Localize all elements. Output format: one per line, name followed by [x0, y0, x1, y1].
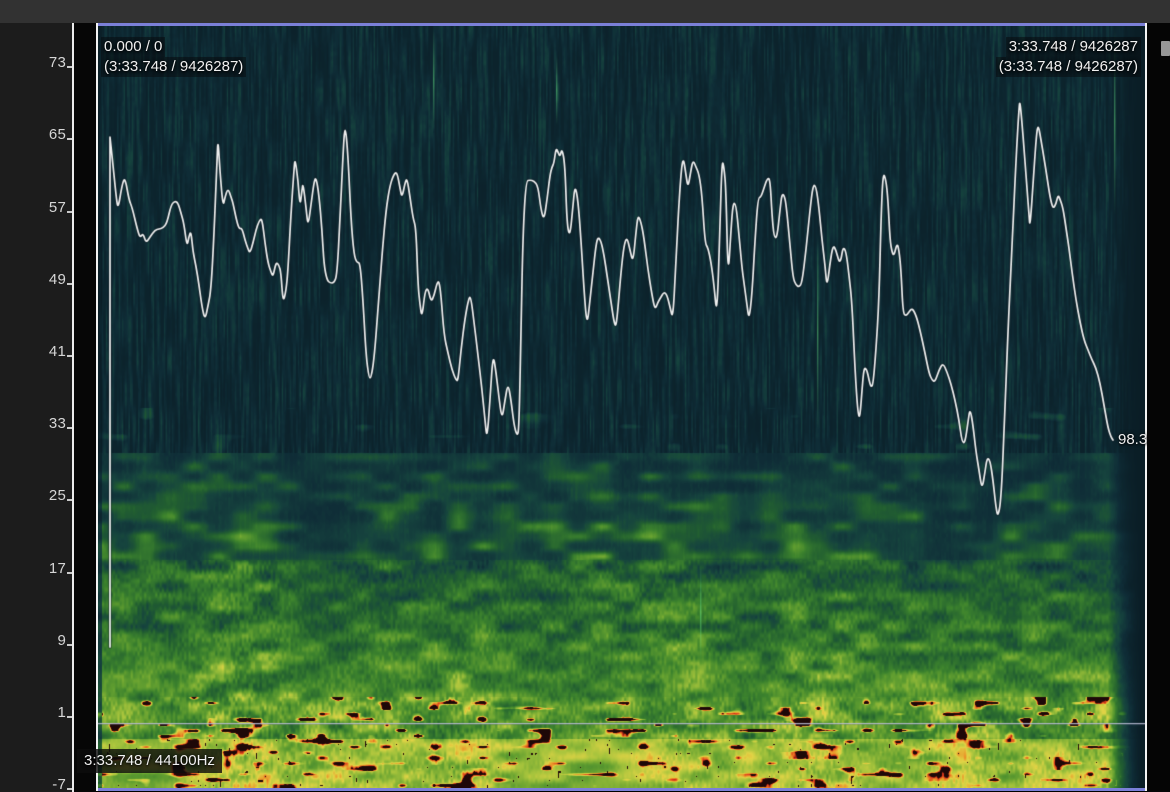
axis-tick-17: 17 — [3, 557, 73, 579]
axis-tick-label: 1 — [57, 704, 66, 721]
samplerate-readout: 3:33.748 / 44100Hz — [77, 749, 222, 773]
right-margin — [1147, 23, 1170, 792]
trace-end-value-label: 98.3 — [1118, 430, 1147, 450]
selection-range-label-left: (3:33.748 / 9426287) — [101, 57, 246, 77]
axis-tick-73: 73 — [3, 51, 73, 73]
axis-tick-label: 65 — [49, 126, 66, 143]
duration-label: 3:33.748 / 9426287 — [1006, 37, 1141, 57]
axis-tick-label: 25 — [49, 487, 66, 504]
axis-tick-1: 1 — [3, 701, 73, 723]
spectrogram-panel — [96, 23, 1147, 791]
axis-tick-65: 65 — [3, 123, 73, 145]
selection-top-border — [98, 23, 1145, 26]
axis-tick-49: 49 — [3, 268, 73, 290]
selection-bottom-border — [98, 788, 1145, 791]
left-scale-axis: 73 65 57 49 41 33 25 17 9 1 -7 — [0, 23, 74, 792]
cursor-position-readout: 0.000 / 0 (3:33.748 / 9426287) — [101, 37, 246, 77]
samplerate-label: 3:33.748 / 44100Hz — [77, 749, 222, 773]
app-window: 73 65 57 49 41 33 25 17 9 1 -7 0.000 / 0 (3:33.748… — [0, 0, 1170, 792]
axis-tick-label: 57 — [49, 199, 66, 216]
panel-left-border — [96, 23, 98, 791]
axis-tick-label: 33 — [49, 415, 66, 432]
cursor-time-label: 0.000 / 0 — [101, 37, 165, 57]
axis-tick-41: 41 — [3, 340, 73, 362]
axis-tick-25: 25 — [3, 484, 73, 506]
axis-tick-57: 57 — [3, 196, 73, 218]
selection-range-label-right: (3:33.748 / 9426287) — [996, 57, 1141, 77]
duration-readout: 3:33.748 / 9426287 (3:33.748 / 9426287) — [996, 37, 1141, 77]
axis-tick-9: 9 — [3, 629, 73, 651]
scrollbar-thumb[interactable] — [1161, 41, 1170, 56]
axis-tick--7: -7 — [3, 773, 73, 792]
axis-tick-label: 49 — [49, 271, 66, 288]
axis-tick-label: 73 — [49, 54, 66, 71]
panel-gap — [74, 23, 96, 792]
axis-tick-label: 17 — [49, 560, 66, 577]
axis-tick-label: 9 — [57, 632, 66, 649]
axis-tick-label: 41 — [49, 343, 66, 360]
axis-tick-label: -7 — [52, 776, 66, 792]
spectrogram-canvas[interactable] — [98, 26, 1145, 788]
window-titlebar — [0, 0, 1170, 23]
axis-tick-33: 33 — [3, 412, 73, 434]
